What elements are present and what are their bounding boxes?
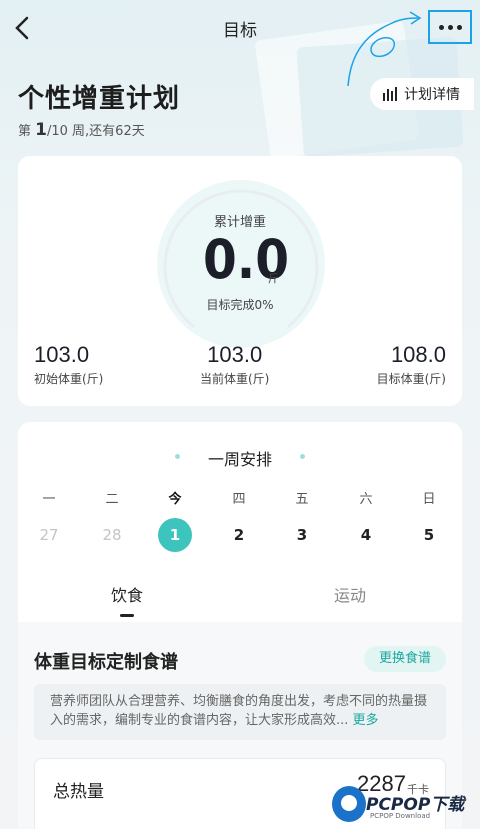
date-cell[interactable]: 28 bbox=[95, 518, 129, 552]
more-dots-icon bbox=[447, 24, 453, 30]
week-title: 一周安排 bbox=[207, 450, 272, 469]
tab-diet[interactable]: 饮食 bbox=[111, 582, 143, 606]
weekday-label: 六 bbox=[359, 492, 373, 507]
week-schedule-card: 一周安排 一 二 今 四 五 六 日 27 28 1 2 3 4 5 饮食 运动… bbox=[18, 422, 462, 829]
annotation-arrow-icon bbox=[347, 11, 422, 87]
date-cell[interactable]: 27 bbox=[32, 518, 66, 552]
progress-card: 累计增重 0.0 斤 目标完成0% 103.0 初始体重(斤) 103.0 当前… bbox=[18, 156, 462, 406]
tab-exercise[interactable]: 运动 bbox=[334, 582, 366, 606]
diet-description: 营养师团队从合理营养、均衡膳食的角度出发，考虑不同的热量摄入的需求，编制专业的食… bbox=[34, 684, 446, 740]
start-weight-label: 初始体重(斤) bbox=[34, 372, 104, 386]
target-weight-label: 目标体重(斤) bbox=[376, 372, 446, 386]
more-link[interactable]: 更多 bbox=[353, 713, 379, 728]
bar-chart-icon bbox=[383, 87, 397, 101]
weekday-label: 日 bbox=[422, 492, 436, 507]
calorie-label: 总热量 bbox=[53, 782, 104, 802]
start-weight-stat: 103.0 初始体重(斤) bbox=[34, 342, 103, 387]
date-cell[interactable]: 2 bbox=[222, 518, 256, 552]
weekday-label: 五 bbox=[295, 492, 309, 507]
date-cell[interactable]: 5 bbox=[412, 518, 446, 552]
more-dots-icon bbox=[456, 24, 462, 30]
plan-detail-label: 计划详情 bbox=[404, 87, 460, 103]
weekday-label: 一 bbox=[42, 492, 56, 507]
tab-indicator bbox=[120, 614, 134, 617]
week-current: 1 bbox=[35, 120, 47, 140]
date-cell-selected[interactable]: 1 bbox=[158, 518, 192, 552]
date-cell[interactable]: 4 bbox=[349, 518, 383, 552]
target-weight-stat: 108.0 目标体重(斤) bbox=[377, 342, 446, 387]
weekday-label: 四 bbox=[232, 492, 246, 507]
gain-unit: 斤 bbox=[268, 272, 279, 285]
start-weight-value: 103.0 bbox=[34, 342, 90, 367]
decor-dot bbox=[300, 454, 305, 459]
weekday-label: 二 bbox=[105, 492, 119, 507]
logo-icon bbox=[332, 786, 366, 822]
weekday-label-today: 今 bbox=[168, 492, 182, 507]
target-weight-value: 108.0 bbox=[390, 342, 446, 367]
watermark-subtext: PCPOP Download bbox=[370, 812, 431, 820]
plan-week-info: 第 1/10 周,还有62天 bbox=[18, 120, 145, 140]
date-cell[interactable]: 3 bbox=[285, 518, 319, 552]
week-rest: /10 周,还有62天 bbox=[46, 124, 145, 139]
current-weight-value: 103.0 bbox=[207, 342, 263, 367]
diet-title: 体重目标定制食谱 bbox=[34, 652, 178, 673]
watermark-logo: PCPOP下载 PCPOP Download bbox=[330, 786, 480, 829]
goal-completion: 目标完成0% bbox=[206, 298, 274, 312]
current-weight-label: 当前体重(斤) bbox=[200, 372, 270, 386]
week-prefix: 第 bbox=[18, 124, 36, 139]
current-weight-stat: 103.0 当前体重(斤) bbox=[200, 342, 269, 387]
plan-title: 个性增重计划 bbox=[18, 84, 181, 114]
plan-detail-button[interactable]: 计划详情 bbox=[370, 78, 474, 110]
change-recipe-button[interactable]: 更换食谱 bbox=[364, 646, 446, 672]
